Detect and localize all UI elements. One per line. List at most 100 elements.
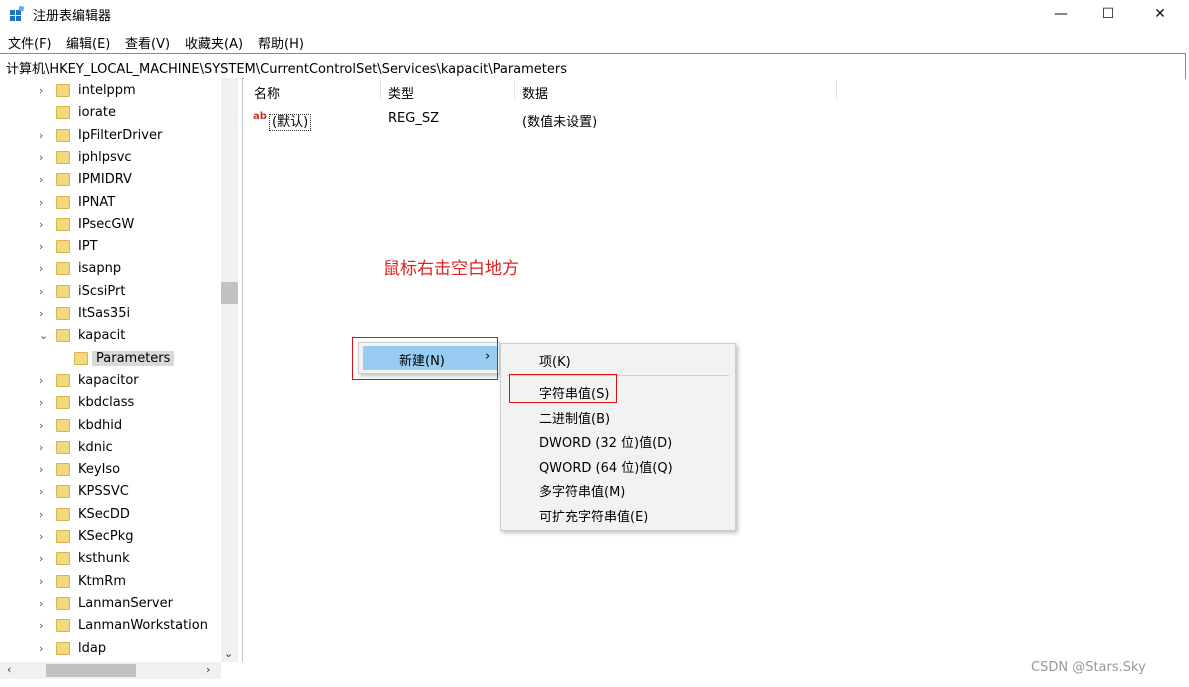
tree-item[interactable]: › kbdclass (0, 392, 242, 414)
tree-item-label: ksthunk (78, 551, 130, 567)
tree-item[interactable]: › KSecPkg (0, 526, 242, 548)
menu-view[interactable]: 查看(V) (125, 33, 170, 52)
tree-item[interactable]: ⌄ kapacit (0, 325, 242, 347)
expand-icon[interactable]: › (39, 619, 43, 632)
tree-item[interactable]: › ldap (0, 638, 242, 660)
maximize-button[interactable]: ☐ (1085, 0, 1131, 28)
expand-icon[interactable]: › (39, 84, 43, 97)
folder-icon (56, 641, 70, 655)
submenu-item-key[interactable]: 项(K) (501, 347, 735, 371)
tree-item[interactable]: Parameters (0, 348, 242, 370)
expand-icon[interactable]: › (39, 196, 43, 209)
tree-item[interactable]: › IPsecGW (0, 214, 242, 236)
key-tree[interactable]: › intelppm iorate › IpFilterDriver › iphlpsvc ›… (0, 78, 243, 662)
tree-item[interactable]: › KtmRm (0, 571, 242, 593)
tree-item[interactable]: › KSecDD (0, 504, 242, 526)
address-bar[interactable]: 计算机\HKEY_LOCAL_MACHINE\SYSTEM\CurrentCon… (0, 53, 1186, 79)
menu-bar: 文件(F) 编辑(E) 查看(V) 收藏夹(A) 帮助(H) (0, 30, 1189, 52)
expand-icon[interactable]: › (39, 262, 43, 275)
value-name[interactable]: (默认) (268, 111, 312, 131)
tree-item[interactable]: › isapnp (0, 258, 242, 280)
expand-icon[interactable]: › (39, 129, 43, 142)
tree-item[interactable]: › LanmanServer (0, 593, 242, 615)
expand-icon[interactable]: › (39, 597, 43, 610)
tree-hscroll-thumb[interactable] (46, 664, 136, 677)
expand-icon[interactable]: › (39, 441, 43, 454)
folder-icon (56, 396, 70, 410)
tree-item[interactable]: › KPSSVC (0, 481, 242, 503)
tree-item[interactable]: › IPT (0, 236, 242, 258)
column-divider[interactable] (836, 80, 837, 100)
tree-item[interactable]: › IPNAT (0, 192, 242, 214)
folder-icon (56, 307, 70, 320)
highlight-box (509, 374, 617, 403)
submenu-item-binary[interactable]: 二进制值(B) (501, 404, 735, 428)
expand-icon[interactable]: › (39, 508, 43, 521)
expand-icon[interactable]: › (39, 419, 43, 432)
tree-item[interactable]: › KeyIso (0, 459, 242, 481)
tree-item-label: LanmanServer (78, 595, 173, 611)
expand-icon[interactable]: › (39, 374, 43, 387)
column-divider[interactable] (514, 80, 515, 100)
tree-item[interactable]: › intelppm (0, 80, 242, 102)
expand-icon[interactable]: › (39, 240, 43, 253)
expand-icon[interactable]: › (39, 552, 43, 565)
expand-icon[interactable]: › (39, 173, 43, 186)
tree-item-label: ldap (78, 640, 107, 656)
tree-item-label: Parameters (92, 350, 175, 366)
tree-item-label: kbdclass (78, 395, 135, 411)
tree-scroll-thumb[interactable] (221, 282, 238, 304)
tree-item[interactable]: › iScsiPrt (0, 281, 242, 303)
expand-icon[interactable]: › (39, 307, 43, 320)
folder-icon (56, 128, 70, 142)
tree-item[interactable]: › IPMIDRV (0, 169, 242, 191)
tree-item-label: iphlpsvc (78, 149, 132, 165)
expand-icon[interactable]: › (39, 530, 43, 543)
tree-horizontal-scrollbar[interactable]: ‹ › (0, 662, 221, 679)
expand-icon[interactable]: › (39, 575, 43, 588)
tree-item[interactable]: iorate (0, 102, 242, 124)
tree-item[interactable]: › ItSas35i (0, 303, 242, 325)
tree-item[interactable]: › ksthunk (0, 548, 242, 570)
menu-edit[interactable]: 编辑(E) (66, 33, 110, 52)
minimize-button[interactable]: — (1038, 0, 1084, 28)
tree-item[interactable]: › kdnic (0, 437, 242, 459)
annotation-text: 鼠标右击空白地方 (383, 259, 519, 279)
scroll-down-icon[interactable]: ⌄ (224, 647, 233, 660)
column-divider[interactable] (380, 80, 381, 100)
menu-favorites[interactable]: 收藏夹(A) (185, 33, 243, 52)
tree-item[interactable]: › kapacitor (0, 370, 242, 392)
submenu-item-label: 项(K) (539, 355, 571, 370)
submenu-item-multistring[interactable]: 多字符串值(M) (501, 477, 735, 501)
window-title: 注册表编辑器 (33, 9, 112, 24)
tree-item[interactable]: › IpFilterDriver (0, 125, 242, 147)
column-data[interactable]: 数据 (522, 83, 548, 102)
submenu-item-qword[interactable]: QWORD (64 位)值(Q) (501, 453, 735, 477)
menu-file[interactable]: 文件(F) (8, 33, 52, 52)
minimize-icon: — (1054, 6, 1068, 22)
scroll-right-icon[interactable]: › (206, 663, 210, 676)
tree-vertical-scrollbar[interactable]: ⌄ (221, 78, 238, 662)
expand-icon[interactable]: › (39, 218, 43, 231)
expand-icon[interactable]: › (39, 463, 43, 476)
folder-icon (56, 552, 70, 566)
expand-icon[interactable]: › (39, 485, 43, 498)
scroll-left-icon[interactable]: ‹ (7, 663, 11, 676)
expand-icon[interactable]: › (39, 285, 43, 298)
expand-icon[interactable]: › (39, 151, 43, 164)
close-button[interactable]: ✕ (1137, 0, 1183, 28)
tree-item[interactable]: › kbdhid (0, 415, 242, 437)
folder-icon (56, 195, 70, 209)
tree-item-label: iorate (78, 105, 116, 121)
expand-icon[interactable]: › (39, 396, 43, 409)
submenu-item-expandstring[interactable]: 可扩充字符串值(E) (501, 502, 735, 526)
tree-item[interactable]: › LanmanWorkstation (0, 615, 242, 637)
collapse-icon[interactable]: ⌄ (39, 329, 48, 342)
column-type[interactable]: 类型 (388, 83, 414, 102)
column-name[interactable]: 名称 (254, 83, 280, 102)
menu-help[interactable]: 帮助(H) (258, 33, 304, 52)
address-path[interactable]: 计算机\HKEY_LOCAL_MACHINE\SYSTEM\CurrentCon… (6, 58, 567, 77)
tree-item[interactable]: › iphlpsvc (0, 147, 242, 169)
expand-icon[interactable]: › (39, 642, 43, 655)
submenu-item-dword[interactable]: DWORD (32 位)值(D) (501, 428, 735, 452)
